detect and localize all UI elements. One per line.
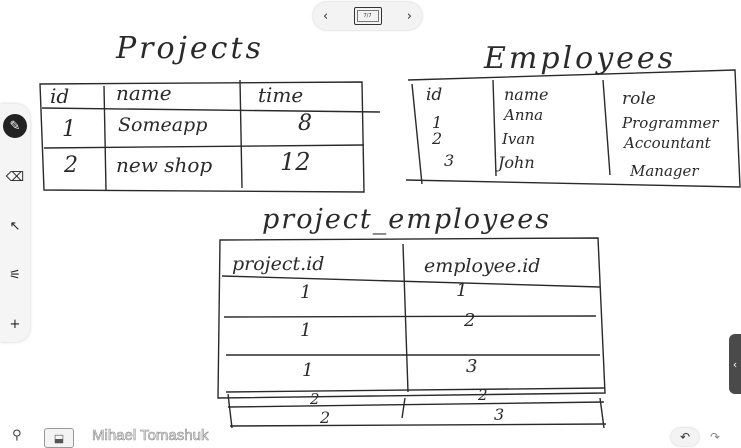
pe-row5-employee-id: 3 (494, 405, 504, 424)
next-page-button[interactable]: › (407, 9, 412, 24)
employees-row2-role: Accountant (622, 134, 712, 152)
prev-page-button[interactable]: ‹ (323, 9, 328, 24)
pe-header-employee-id: employee.id (424, 255, 540, 277)
pe-header-project-id: project.id (232, 253, 324, 275)
pe-row3-project-id: 1 (302, 360, 313, 381)
projects-header-name: name (116, 81, 172, 105)
pe-row4-employee-id: 2 (477, 386, 488, 404)
employees-row3-id: 3 (444, 151, 454, 170)
screen-share-icon[interactable]: ⬓ (44, 428, 74, 448)
presenter-name: Mihael Tomashuk (92, 427, 209, 445)
projects-title: Projects (115, 31, 264, 66)
employees-row2-id: 2 (431, 129, 442, 148)
panel-toggle-tab[interactable]: ‹ (729, 334, 741, 394)
employees-row3-role: Manager (629, 162, 699, 180)
project-employees-title: project_employees (262, 204, 551, 235)
pen-icon[interactable]: ✎ (3, 114, 27, 138)
pe-row1-employee-id: 1 (456, 280, 467, 301)
projects-row2-name: new shop (116, 153, 212, 177)
pe-row3-employee-id: 3 (466, 356, 477, 377)
employees-header-name: name (504, 85, 548, 104)
redo-button[interactable]: ↷ (710, 430, 720, 444)
employees-row1-role: Programmer (621, 114, 719, 132)
projects-header-id: id (50, 84, 69, 108)
projects-row1-time: 8 (298, 111, 312, 136)
employees-header-role: role (622, 89, 656, 109)
pin-icon[interactable]: ⚲ (12, 428, 22, 443)
employees-row3-name: John (495, 153, 535, 172)
tool-sidebar: ✎ ⌫ ↖ ⚟ + (0, 104, 30, 342)
projects-row1-name: Someapp (118, 114, 207, 136)
pe-row2-project-id: 1 (300, 320, 311, 341)
whiteboard-canvas[interactable]: Projects Employees project_employees id … (0, 0, 741, 446)
projects-row1-id: 1 (62, 117, 76, 142)
pe-row2-employee-id: 2 (463, 310, 475, 331)
projects-header-time: time (258, 83, 303, 107)
pe-row4-project-id: 2 (309, 390, 320, 408)
add-icon[interactable]: + (3, 312, 27, 336)
projects-row2-time: 12 (280, 148, 311, 176)
employees-row1-name: Anna (502, 106, 543, 124)
projects-row2-id: 2 (63, 153, 78, 178)
employees-title: Employees (483, 41, 676, 76)
page-navigator: ‹ 7/7 › (313, 2, 422, 30)
employees-row2-name: Ivan (501, 130, 535, 148)
pe-row1-project-id: 1 (300, 282, 311, 303)
pointer-icon[interactable]: ↖ (3, 214, 27, 238)
pe-row5-project-id: 2 (319, 408, 330, 427)
highlighter-icon[interactable]: ⚟ (3, 263, 27, 287)
page-thumbnail-button[interactable]: 7/7 (353, 7, 382, 25)
employees-header-id: id (426, 85, 442, 105)
page-indicator: 7/7 (363, 13, 372, 19)
undo-button[interactable]: ↶ (671, 428, 699, 446)
eraser-icon[interactable]: ⌫ (3, 165, 27, 189)
